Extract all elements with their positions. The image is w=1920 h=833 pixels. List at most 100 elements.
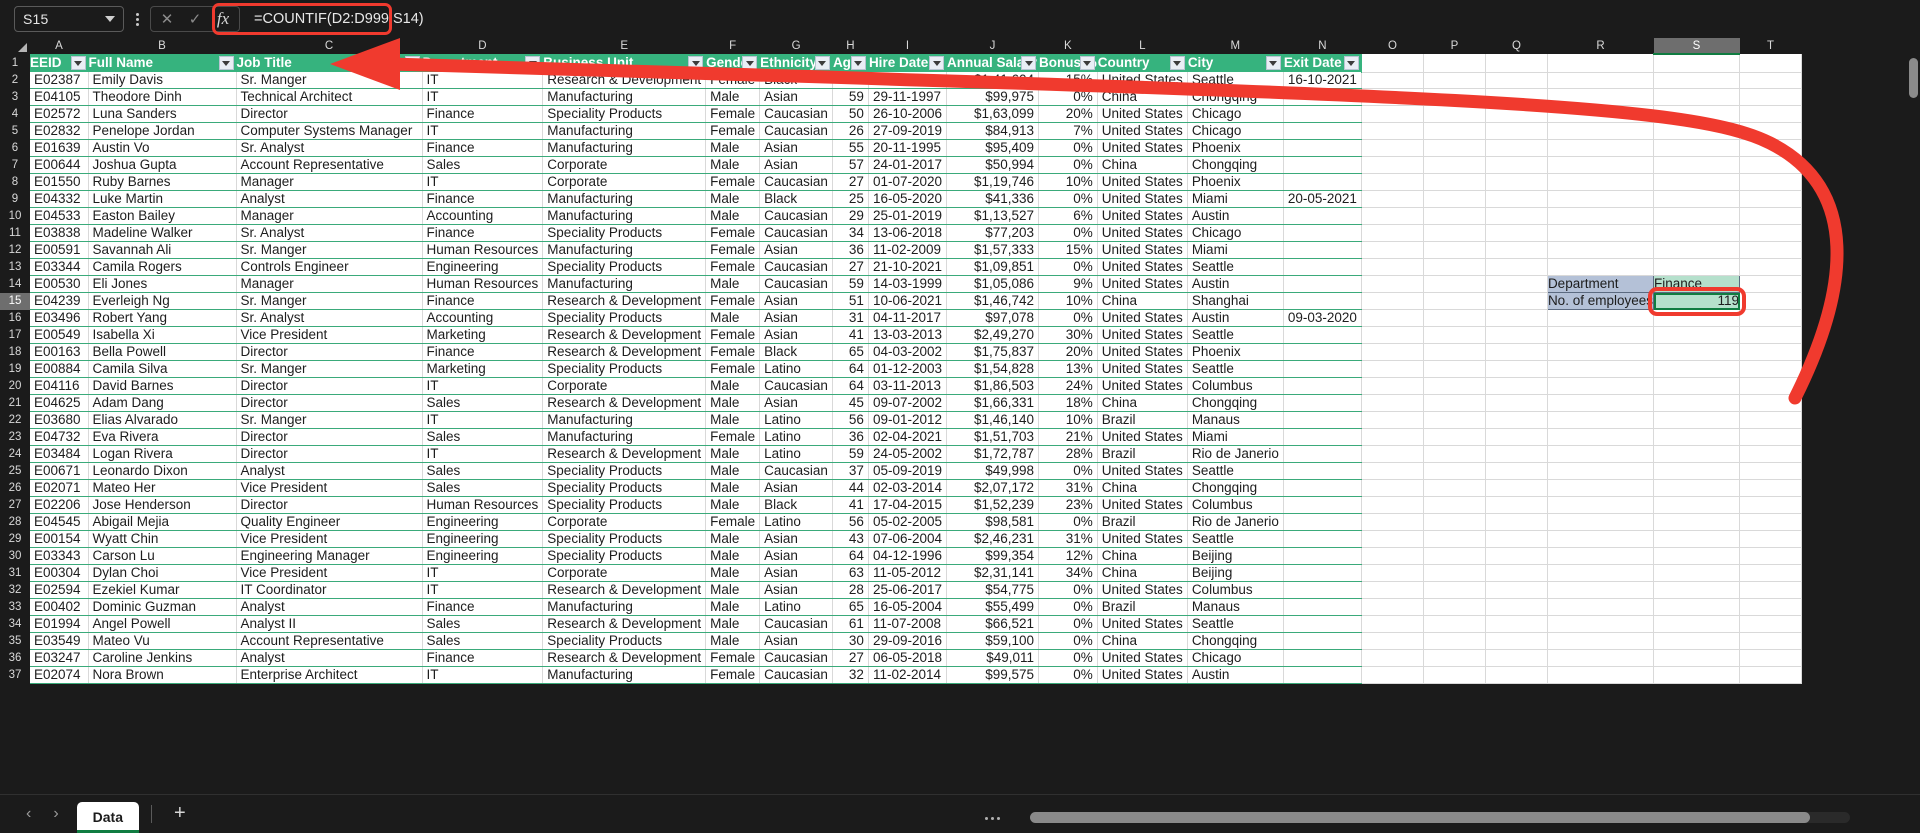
more-options-icon[interactable] xyxy=(128,6,146,32)
cell-S13[interactable] xyxy=(1654,259,1740,276)
cell-F36[interactable]: Female xyxy=(706,650,760,667)
table-row[interactable]: 32E02594Ezekiel KumarIT CoordinatorITRes… xyxy=(0,582,1802,599)
cell-I16[interactable]: 04-11-2017 xyxy=(868,310,946,327)
cell-N18[interactable] xyxy=(1283,344,1361,361)
cell-O30[interactable] xyxy=(1361,548,1423,565)
cell-I36[interactable]: 06-05-2018 xyxy=(868,650,946,667)
cell-Q19[interactable] xyxy=(1485,361,1547,378)
cell-K16[interactable]: 0% xyxy=(1039,310,1098,327)
cell-K10[interactable]: 6% xyxy=(1039,208,1098,225)
cell-K11[interactable]: 0% xyxy=(1039,225,1098,242)
cell-K27[interactable]: 23% xyxy=(1039,497,1098,514)
cell-N24[interactable] xyxy=(1283,446,1361,463)
cell-Q9[interactable] xyxy=(1485,191,1547,208)
cell-J30[interactable]: $99,354 xyxy=(947,548,1039,565)
cell-F23[interactable]: Female xyxy=(706,429,760,446)
cell-I11[interactable]: 13-06-2018 xyxy=(868,225,946,242)
cell-T31[interactable] xyxy=(1740,565,1802,582)
cell-L19[interactable]: United States xyxy=(1097,361,1187,378)
cell-L35[interactable]: China xyxy=(1097,633,1187,650)
cell-G17[interactable]: Asian xyxy=(760,327,833,344)
table-row[interactable]: 14E00530Eli JonesManagerHuman ResourcesM… xyxy=(0,276,1802,293)
cell-C32[interactable]: IT Coordinator xyxy=(236,582,422,599)
cell-R8[interactable] xyxy=(1547,174,1653,191)
cell-C29[interactable]: Vice President xyxy=(236,531,422,548)
row-header-6[interactable]: 6 xyxy=(0,140,30,157)
cell-K12[interactable]: 15% xyxy=(1039,242,1098,259)
cell-A18[interactable]: E00163 xyxy=(30,344,88,361)
cell-Q23[interactable] xyxy=(1485,429,1547,446)
column-header-t[interactable]: T xyxy=(1740,38,1802,54)
filter-dropdown-icon[interactable] xyxy=(1266,56,1281,70)
helper-count-value[interactable]: 119 xyxy=(1654,293,1740,310)
cell-J14[interactable]: $1,05,086 xyxy=(947,276,1039,293)
cell-R26[interactable] xyxy=(1547,480,1653,497)
cell-R7[interactable] xyxy=(1547,157,1653,174)
sheet-tab-data[interactable]: Data xyxy=(77,802,139,833)
cell-H19[interactable]: 64 xyxy=(832,361,868,378)
cell-B7[interactable]: Joshua Gupta xyxy=(88,157,236,174)
cell-G20[interactable]: Caucasian xyxy=(760,378,833,395)
cell-O34[interactable] xyxy=(1361,616,1423,633)
cell-S12[interactable] xyxy=(1654,242,1740,259)
cell-J27[interactable]: $1,52,239 xyxy=(947,497,1039,514)
cell-J9[interactable]: $41,336 xyxy=(947,191,1039,208)
cell-K14[interactable]: 9% xyxy=(1039,276,1098,293)
cell-O24[interactable] xyxy=(1361,446,1423,463)
cell-D7[interactable]: Sales xyxy=(422,157,543,174)
row-header-3[interactable]: 3 xyxy=(0,89,30,106)
filter-dropdown-icon[interactable] xyxy=(219,56,234,70)
cell-N11[interactable] xyxy=(1283,225,1361,242)
cell-J23[interactable]: $1,51,703 xyxy=(947,429,1039,446)
cell-L20[interactable]: United States xyxy=(1097,378,1187,395)
cell-N8[interactable] xyxy=(1283,174,1361,191)
cell-G25[interactable]: Caucasian xyxy=(760,463,833,480)
cell-N20[interactable] xyxy=(1283,378,1361,395)
column-header-m[interactable]: M xyxy=(1187,38,1283,54)
cell-L36[interactable]: United States xyxy=(1097,650,1187,667)
cell-M4[interactable]: Chicago xyxy=(1187,106,1283,123)
cell-R31[interactable] xyxy=(1547,565,1653,582)
cell-M27[interactable]: Columbus xyxy=(1187,497,1283,514)
cell-T29[interactable] xyxy=(1740,531,1802,548)
cell-P26[interactable] xyxy=(1423,480,1485,497)
cell-S22[interactable] xyxy=(1654,412,1740,429)
cell-I20[interactable]: 03-11-2013 xyxy=(868,378,946,395)
cell-H4[interactable]: 50 xyxy=(832,106,868,123)
cell-K28[interactable]: 0% xyxy=(1039,514,1098,531)
cell-F15[interactable]: Female xyxy=(706,293,760,310)
cell-B14[interactable]: Eli Jones xyxy=(88,276,236,293)
cell-E34[interactable]: Research & Development xyxy=(543,616,706,633)
cell-K22[interactable]: 10% xyxy=(1039,412,1098,429)
cell-O31[interactable] xyxy=(1361,565,1423,582)
cell-J29[interactable]: $2,46,231 xyxy=(947,531,1039,548)
cell-A33[interactable]: E00402 xyxy=(30,599,88,616)
row-header-16[interactable]: 16 xyxy=(0,310,30,327)
cell-A29[interactable]: E00154 xyxy=(30,531,88,548)
cell-N34[interactable] xyxy=(1283,616,1361,633)
cell-G14[interactable]: Caucasian xyxy=(760,276,833,293)
cell-F4[interactable]: Female xyxy=(706,106,760,123)
cell-J25[interactable]: $49,998 xyxy=(947,463,1039,480)
cell-T19[interactable] xyxy=(1740,361,1802,378)
cell-H25[interactable]: 37 xyxy=(832,463,868,480)
cell-M8[interactable]: Phoenix xyxy=(1187,174,1283,191)
cell-Q30[interactable] xyxy=(1485,548,1547,565)
cell-I31[interactable]: 11-05-2012 xyxy=(868,565,946,582)
cell-A16[interactable]: E03496 xyxy=(30,310,88,327)
cell-I25[interactable]: 05-09-2019 xyxy=(868,463,946,480)
cell-T8[interactable] xyxy=(1740,174,1802,191)
cell-B4[interactable]: Luna Sanders xyxy=(88,106,236,123)
row-header-28[interactable]: 28 xyxy=(0,514,30,531)
column-header-g[interactable]: G xyxy=(760,38,833,54)
formula-input[interactable]: =COUNTIF(D2:D999,S14) xyxy=(246,6,1914,32)
cell-B20[interactable]: David Barnes xyxy=(88,378,236,395)
table-row[interactable]: 24E03484Logan RiveraDirectorITResearch &… xyxy=(0,446,1802,463)
cell-F3[interactable]: Male xyxy=(706,89,760,106)
cell-H8[interactable]: 27 xyxy=(832,174,868,191)
cell-M16[interactable]: Austin xyxy=(1187,310,1283,327)
cell-M10[interactable]: Austin xyxy=(1187,208,1283,225)
cell-T16[interactable] xyxy=(1740,310,1802,327)
cell-P5[interactable] xyxy=(1423,123,1485,140)
cell-J19[interactable]: $1,54,828 xyxy=(947,361,1039,378)
